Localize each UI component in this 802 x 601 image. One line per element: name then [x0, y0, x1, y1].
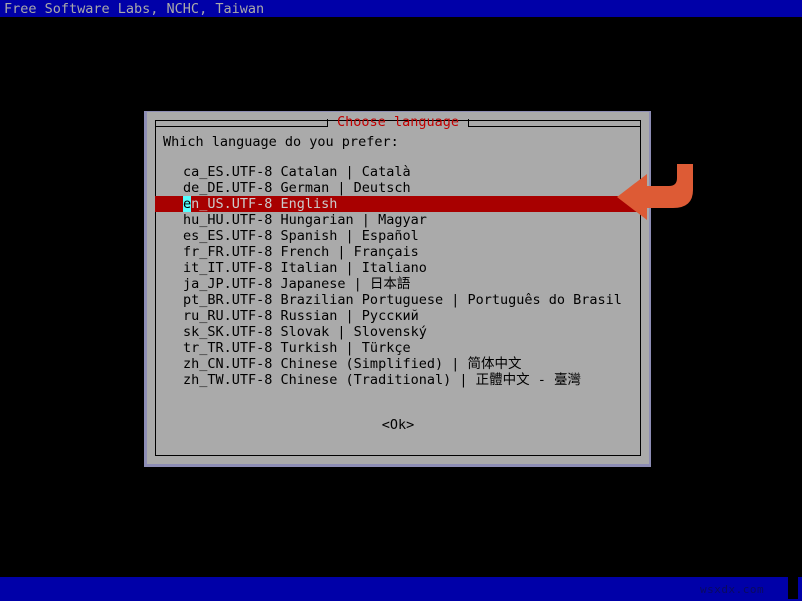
language-row-label: pt_BR.UTF-8 Brazilian Portuguese | Portu…: [183, 292, 622, 308]
title-rule-right: [467, 118, 642, 127]
title-rule-left: [155, 118, 329, 127]
choose-language-dialog: Choose language Which language do you pr…: [147, 112, 649, 464]
dialog-titlebar: Choose language: [155, 114, 642, 130]
language-row[interactable]: it_IT.UTF-8 Italian | Italiano: [155, 260, 640, 276]
language-row[interactable]: zh_CN.UTF-8 Chinese (Simplified) | 简体中文: [155, 356, 640, 372]
language-row-label: ja_JP.UTF-8 Japanese | 日本語: [183, 276, 411, 292]
console-screen: Free Software Labs, NCHC, Taiwan Choose …: [0, 0, 802, 601]
language-row-label: hu_HU.UTF-8 Hungarian | Magyar: [183, 212, 427, 228]
language-row[interactable]: zh_TW.UTF-8 Chinese (Traditional) | 正體中文…: [155, 372, 640, 388]
language-row[interactable]: e n_US.UTF-8 English: [155, 196, 640, 212]
language-row-label: ca_ES.UTF-8 Catalan | Català: [183, 164, 411, 180]
terminal-cursor: [788, 577, 798, 599]
watermark-text: wsxdx.com: [700, 583, 765, 596]
language-row[interactable]: ca_ES.UTF-8 Catalan | Català: [155, 164, 640, 180]
language-row[interactable]: hu_HU.UTF-8 Hungarian | Magyar: [155, 212, 640, 228]
language-row-label: sk_SK.UTF-8 Slovak | Slovenský: [183, 324, 427, 340]
ok-button[interactable]: <Ok>: [147, 417, 649, 433]
language-row-label: zh_CN.UTF-8 Chinese (Simplified) | 简体中文: [183, 356, 522, 372]
language-row-label: tr_TR.UTF-8 Turkish | Türkçe: [183, 340, 411, 356]
language-list[interactable]: ca_ES.UTF-8 Catalan | Català de_DE.UTF-8 …: [155, 164, 640, 388]
language-row-label: n_US.UTF-8 English: [191, 196, 338, 212]
language-row[interactable]: sk_SK.UTF-8 Slovak | Slovenský: [155, 324, 640, 340]
prompt-text: Which language do you prefer:: [163, 134, 399, 150]
language-row-label: zh_TW.UTF-8 Chinese (Traditional) | 正體中文…: [183, 372, 581, 388]
language-row[interactable]: pt_BR.UTF-8 Brazilian Portuguese | Portu…: [155, 292, 640, 308]
language-row-label: de_DE.UTF-8 German | Deutsch: [183, 180, 411, 196]
list-cursor: e: [183, 196, 192, 212]
dialog-title: Choose language: [337, 114, 459, 130]
language-row-label: ru_RU.UTF-8 Russian | Русский: [183, 308, 419, 324]
language-row-label: es_ES.UTF-8 Spanish | Español: [183, 228, 419, 244]
language-row-label: it_IT.UTF-8 Italian | Italiano: [183, 260, 427, 276]
language-row[interactable]: ru_RU.UTF-8 Russian | Русский: [155, 308, 640, 324]
language-row[interactable]: ja_JP.UTF-8 Japanese | 日本語: [155, 276, 640, 292]
language-row[interactable]: es_ES.UTF-8 Spanish | Español: [155, 228, 640, 244]
banner-text: Free Software Labs, NCHC, Taiwan: [4, 1, 265, 17]
language-row[interactable]: tr_TR.UTF-8 Turkish | Türkçe: [155, 340, 640, 356]
language-row-label: fr_FR.UTF-8 French | Français: [183, 244, 419, 260]
language-row[interactable]: fr_FR.UTF-8 French | Français: [155, 244, 640, 260]
language-row[interactable]: de_DE.UTF-8 German | Deutsch: [155, 180, 640, 196]
